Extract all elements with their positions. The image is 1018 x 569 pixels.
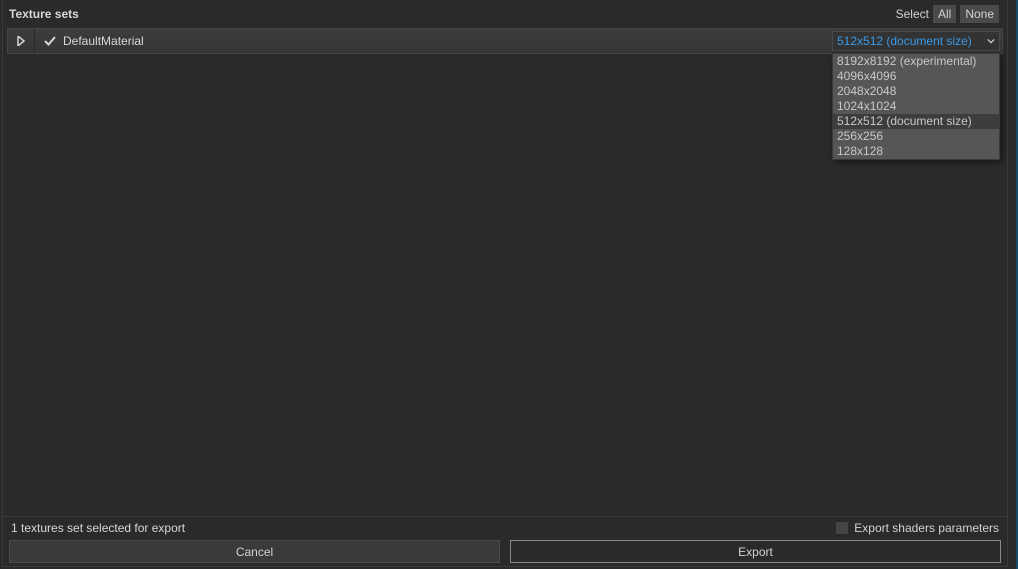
- size-option[interactable]: 4096x4096: [833, 69, 999, 84]
- size-option[interactable]: 8192x8192 (experimental): [833, 54, 999, 69]
- size-option[interactable]: 1024x1024: [833, 99, 999, 114]
- export-shaders-label: Export shaders parameters: [854, 521, 999, 535]
- select-label: Select: [896, 7, 929, 21]
- export-button[interactable]: Export: [510, 540, 1001, 563]
- size-dropdown: 8192x8192 (experimental)4096x40962048x20…: [832, 53, 1000, 160]
- header-title: Texture sets: [9, 7, 79, 21]
- size-combobox[interactable]: 512x512 (document size): [832, 31, 1000, 51]
- export-shaders-checkbox[interactable]: [836, 522, 848, 534]
- size-option[interactable]: 128x128: [833, 144, 999, 159]
- chevron-right-icon: [16, 34, 26, 49]
- combobox-selected-value: 512x512 (document size): [837, 34, 972, 48]
- chevron-down-icon: [987, 34, 995, 48]
- size-option[interactable]: 2048x2048: [833, 84, 999, 99]
- expand-button[interactable]: [8, 29, 34, 53]
- select-all-button[interactable]: All: [933, 5, 956, 23]
- texture-set-row[interactable]: DefaultMaterial 512x512 (document size) …: [7, 28, 1003, 54]
- texture-set-name: DefaultMaterial: [63, 34, 144, 48]
- size-option[interactable]: 256x256: [833, 129, 999, 144]
- status-text: 1 textures set selected for export: [11, 521, 185, 535]
- select-none-button[interactable]: None: [960, 5, 999, 23]
- cancel-button[interactable]: Cancel: [9, 540, 500, 563]
- check-icon[interactable]: [43, 34, 57, 48]
- size-option[interactable]: 512x512 (document size): [833, 114, 999, 129]
